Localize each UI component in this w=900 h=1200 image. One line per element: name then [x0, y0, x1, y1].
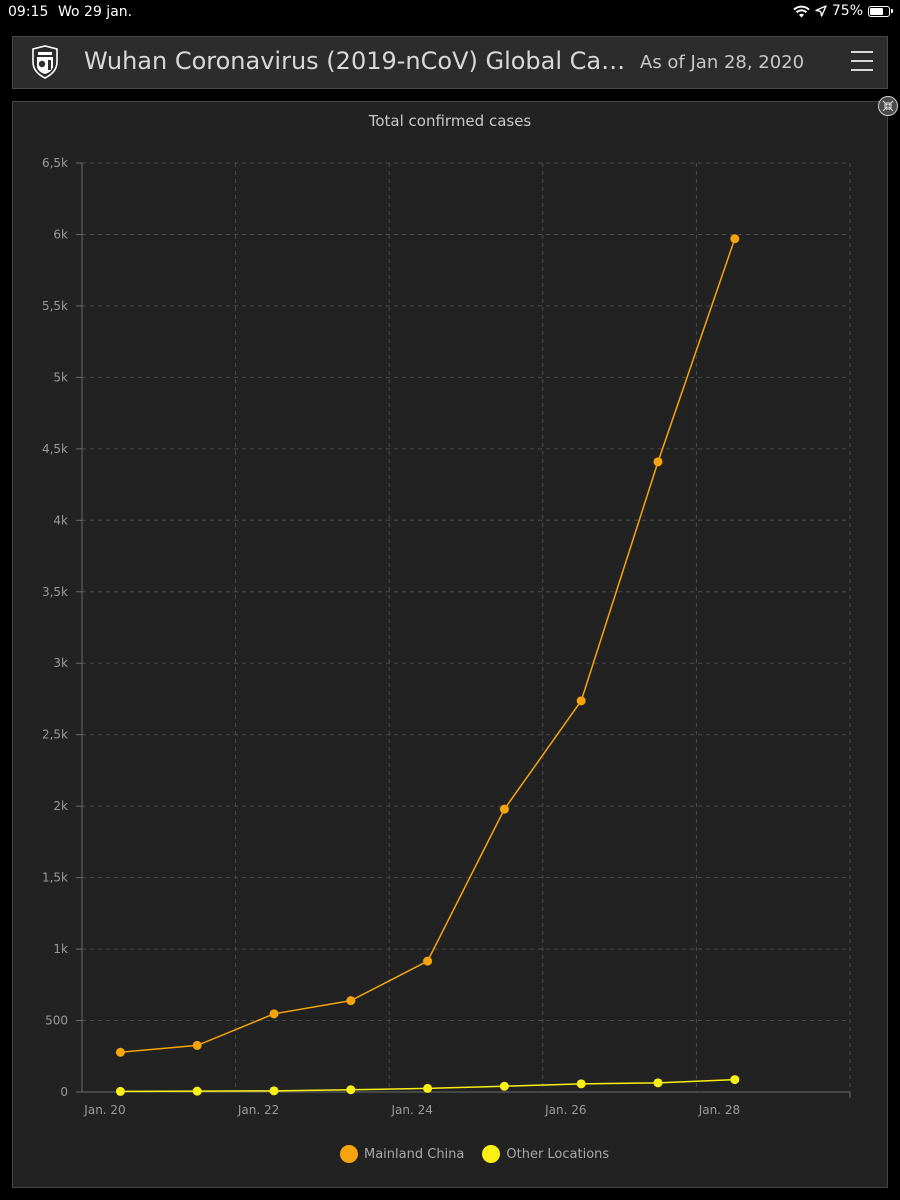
- data-point-mainland-china: [653, 457, 663, 467]
- y-tick-label: 2,5k: [42, 728, 68, 742]
- y-tick-label: 3,5k: [42, 585, 68, 599]
- y-tick-label: 4,5k: [42, 442, 68, 456]
- y-tick-label: 0: [60, 1085, 68, 1099]
- data-point-other-locations: [423, 1083, 433, 1093]
- axis-layer: 0 500 1k 1,5k 2k 2,5k 3k 3,5k 4k 4,5k 5k 5,5k 6k 6,5k…: [42, 156, 851, 1117]
- data-point-other-locations: [115, 1086, 125, 1096]
- y-tick-label: 5k: [53, 370, 68, 384]
- data-point-other-locations: [192, 1086, 202, 1096]
- legend-label-mainland-china: Mainland China: [364, 1146, 465, 1162]
- y-tick-label: 6,5k: [42, 156, 68, 170]
- data-point-mainland-china: [269, 1009, 279, 1019]
- data-point-mainland-china: [576, 696, 586, 706]
- y-tick-label: 1k: [53, 942, 68, 956]
- y-tick-label: 500: [45, 1014, 68, 1028]
- data-point-other-locations: [653, 1078, 663, 1088]
- data-point-mainland-china: [730, 234, 740, 244]
- data-point-other-locations: [269, 1086, 279, 1096]
- legend-item-mainland-china[interactable]: Mainland China: [340, 1145, 464, 1163]
- data-point-mainland-china: [423, 956, 433, 966]
- legend-marker-mainland-china: [340, 1145, 358, 1163]
- data-point-other-locations: [499, 1081, 509, 1091]
- legend-marker-other-locations: [482, 1145, 501, 1163]
- chart-legend: Mainland China Other Locations: [340, 1144, 627, 1164]
- data-point-mainland-china: [346, 996, 356, 1006]
- y-tick-label: 1,5k: [42, 871, 68, 885]
- data-point-mainland-china: [192, 1040, 202, 1050]
- series-line-mainland-china: [120, 238, 736, 1054]
- legend-label-other-locations: Other Locations: [506, 1146, 610, 1162]
- collapse-arrows-icon: [882, 100, 894, 112]
- chart-title: Total confirmed cases: [368, 112, 532, 130]
- x-tick-label: Jan. 28: [698, 1103, 740, 1117]
- x-tick-label: Jan. 20: [83, 1103, 125, 1117]
- y-tick-label: 5,5k: [42, 299, 68, 313]
- grid-layer: [82, 162, 851, 1092]
- data-point-mainland-china: [115, 1047, 125, 1057]
- x-tick-label: Jan. 22: [237, 1103, 279, 1117]
- data-point-other-locations: [730, 1075, 740, 1085]
- data-point-other-locations: [346, 1085, 356, 1095]
- y-tick-label: 4k: [53, 513, 68, 527]
- y-tick-label: 6k: [53, 227, 68, 241]
- x-tick-label: Jan. 24: [390, 1103, 432, 1117]
- collapse-chart-button[interactable]: [878, 96, 898, 116]
- y-tick-label: 2k: [53, 799, 68, 813]
- data-point-other-locations: [576, 1079, 586, 1089]
- legend-item-other-locations[interactable]: Other Locations: [482, 1145, 609, 1163]
- y-tick-label: 3k: [53, 656, 68, 670]
- series-layer: [115, 234, 740, 1096]
- x-tick-label: Jan. 26: [544, 1103, 586, 1117]
- line-chart: Total confirmed cases 0 500 1k 1,5k 2k 2,5k 3k…: [42, 112, 851, 1117]
- data-point-mainland-china: [499, 804, 509, 814]
